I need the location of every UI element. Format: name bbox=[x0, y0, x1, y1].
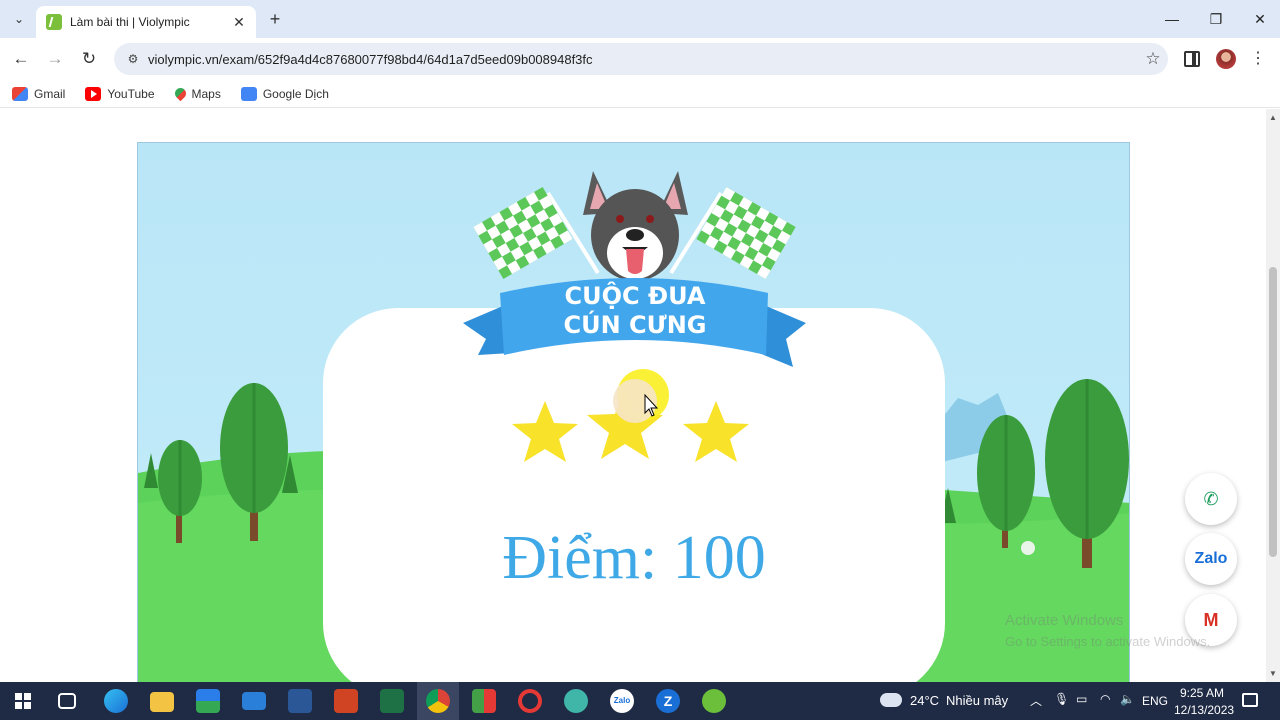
banner-title-line2: CÚN CƯNG bbox=[564, 309, 707, 339]
start-button[interactable] bbox=[15, 693, 31, 709]
mail-icon[interactable] bbox=[242, 692, 266, 710]
gmail-icon bbox=[12, 86, 28, 101]
edge-icon[interactable] bbox=[104, 689, 128, 713]
excel-icon[interactable] bbox=[380, 689, 404, 713]
translate-icon bbox=[240, 86, 257, 101]
menu-kebab-icon[interactable]: ⋮ bbox=[1250, 48, 1266, 68]
page-content: CUỘC ĐUA CÚN CƯNG Điểm: 100 bbox=[0, 109, 1266, 682]
gmail-icon: M bbox=[1203, 609, 1219, 630]
clock-time[interactable]: 9:25 AM bbox=[1180, 686, 1224, 700]
bookmark-google-translate[interactable]: Google Dịch bbox=[240, 86, 329, 101]
bookmark-star-icon[interactable]: ☆ bbox=[1138, 49, 1168, 69]
profile-avatar[interactable] bbox=[1216, 49, 1236, 69]
address-bar[interactable]: ⚙ violympic.vn/exam/652f9a4d4c87680077f9… bbox=[114, 43, 1168, 75]
scroll-thumb[interactable] bbox=[1269, 267, 1277, 557]
violympic-app-icon[interactable] bbox=[702, 689, 726, 713]
site-info-icon[interactable]: ⚙ bbox=[118, 52, 148, 66]
star-1-icon bbox=[512, 401, 578, 462]
browser-toolbar: ← → ↻ ⚙ violympic.vn/exam/652f9a4d4c8768… bbox=[0, 38, 1280, 80]
husky-dog-icon bbox=[583, 171, 688, 281]
violympic-favicon-icon bbox=[46, 14, 62, 30]
score-text: Điểm: 100 bbox=[502, 524, 766, 592]
file-explorer-icon[interactable] bbox=[150, 692, 174, 712]
star-3-icon bbox=[683, 401, 749, 462]
bookmark-gmail[interactable]: Gmail bbox=[12, 86, 65, 101]
page-scrollbar[interactable]: ▲ ▼ bbox=[1266, 109, 1280, 682]
word-icon[interactable] bbox=[288, 689, 312, 713]
chrome-icon bbox=[426, 689, 450, 713]
banner-title-line1: CUỘC ĐUA bbox=[565, 280, 706, 310]
app-icon-redgreen[interactable] bbox=[472, 689, 496, 713]
forward-button[interactable]: → bbox=[42, 46, 68, 72]
cloud-weather-icon[interactable] bbox=[880, 693, 902, 707]
store-icon[interactable] bbox=[196, 689, 220, 713]
notifications-icon[interactable] bbox=[1242, 693, 1258, 707]
tab-strip: ⌄ Làm bài thi | Violympic ✕ + — ❐ ✕ bbox=[0, 0, 1280, 38]
checkered-flag-left-icon bbox=[473, 187, 600, 279]
language-indicator[interactable]: ENG bbox=[1142, 694, 1168, 708]
tab-search-button[interactable]: ⌄ bbox=[8, 8, 30, 30]
powerpoint-icon[interactable] bbox=[334, 689, 358, 713]
bookmark-youtube[interactable]: YouTube bbox=[85, 86, 155, 101]
bookmark-maps[interactable]: Maps bbox=[172, 85, 221, 102]
game-result-panel: CUỘC ĐUA CÚN CƯNG Điểm: 100 bbox=[137, 142, 1130, 682]
close-window-button[interactable]: ✕ bbox=[1238, 0, 1280, 38]
tab-title: Làm bài thi | Violympic bbox=[70, 15, 190, 29]
clock-date[interactable]: 12/13/2023 bbox=[1174, 703, 1234, 717]
weather-desc[interactable]: Nhiều mây bbox=[946, 693, 1008, 708]
phone-contact-button[interactable]: ✆ bbox=[1185, 473, 1237, 525]
opera-icon[interactable] bbox=[518, 689, 542, 713]
new-tab-button[interactable]: + bbox=[264, 8, 286, 30]
youtube-icon bbox=[85, 86, 102, 101]
zalo-contact-button[interactable]: Zalo bbox=[1185, 533, 1237, 585]
side-panel-icon[interactable] bbox=[1184, 51, 1200, 67]
banner-overlay: CUỘC ĐUA CÚN CƯNG bbox=[463, 171, 806, 462]
download-app-icon[interactable] bbox=[564, 689, 588, 713]
scroll-up-icon[interactable]: ▲ bbox=[1269, 113, 1277, 122]
restore-button[interactable]: ❐ bbox=[1194, 0, 1238, 38]
url-text[interactable]: violympic.vn/exam/652f9a4d4c87680077f98b… bbox=[148, 52, 1138, 67]
tray-chevron-icon[interactable]: ︿ bbox=[1030, 692, 1042, 709]
battery-icon[interactable]: ▭ bbox=[1076, 692, 1087, 706]
zalo-label: Zalo bbox=[1194, 550, 1228, 567]
close-tab-icon[interactable]: ✕ bbox=[230, 14, 248, 31]
back-button[interactable]: ← bbox=[8, 46, 34, 72]
volume-icon[interactable]: 🔈 bbox=[1120, 692, 1135, 706]
active-tab[interactable]: Làm bài thi | Violympic ✕ bbox=[36, 6, 256, 38]
weather-temp[interactable]: 24°C bbox=[910, 693, 939, 708]
reload-button[interactable]: ↻ bbox=[76, 46, 102, 72]
wifi-icon[interactable]: ◠ bbox=[1100, 692, 1110, 706]
scroll-down-icon[interactable]: ▼ bbox=[1269, 669, 1277, 678]
checkered-flag-right-icon bbox=[669, 187, 796, 279]
activate-windows-watermark: Activate Windows bbox=[1005, 612, 1124, 629]
maps-icon bbox=[172, 85, 188, 102]
microphone-icon[interactable]: 🎙 bbox=[1054, 692, 1069, 706]
windows-taskbar: Zalo Z 24°C Nhiều mây ︿ 🎙 ▭ ◠ 🔈 ENG 9:25… bbox=[0, 682, 1280, 720]
task-view-icon[interactable] bbox=[58, 693, 76, 709]
phone-icon: ✆ bbox=[1203, 488, 1219, 509]
zoom-icon[interactable]: Z bbox=[656, 689, 680, 713]
bookmarks-bar: Gmail YouTube Maps Google Dịch bbox=[0, 80, 1280, 108]
minimize-button[interactable]: — bbox=[1150, 0, 1194, 38]
zalo-taskbar-icon[interactable]: Zalo bbox=[610, 689, 634, 713]
activate-windows-subtext: Go to Settings to activate Windows. bbox=[1005, 634, 1211, 649]
chrome-active-slot[interactable] bbox=[417, 682, 459, 720]
